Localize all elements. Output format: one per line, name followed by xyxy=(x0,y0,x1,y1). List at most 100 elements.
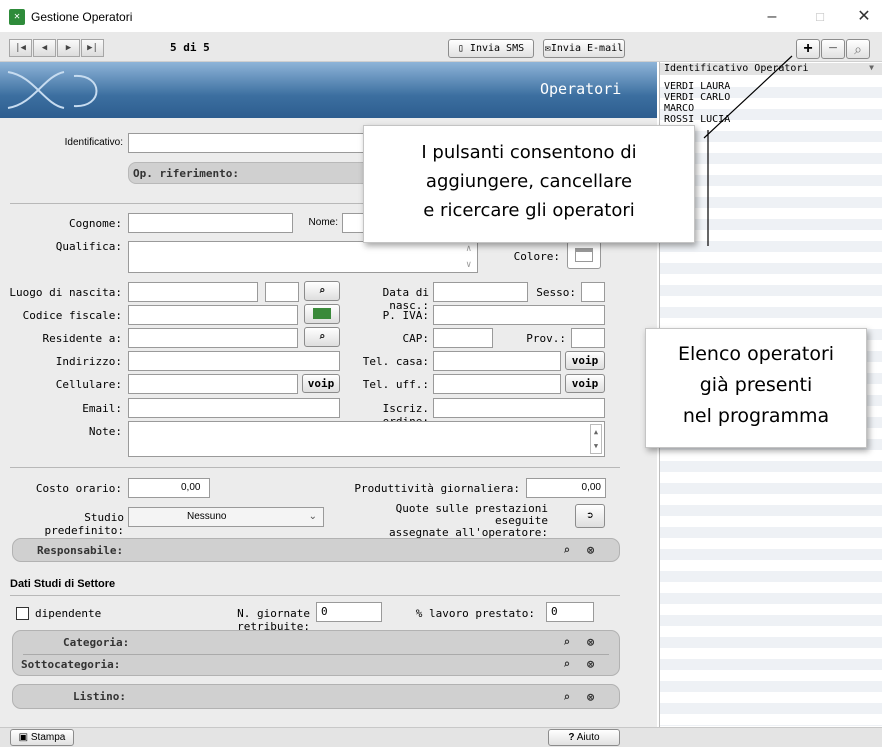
luogo-label: Luogo di nascita: xyxy=(9,286,122,299)
piva-input[interactable] xyxy=(433,305,605,325)
send-sms-button[interactable]: ▯ Invia SMS xyxy=(448,39,534,58)
data-nasc-input[interactable] xyxy=(433,282,528,302)
tel-uff-label: Tel. uff.: xyxy=(362,378,429,391)
iscriz-input[interactable] xyxy=(433,398,605,418)
buttons-callout-line1: I pulsanti consentono di xyxy=(421,142,637,163)
costo-input[interactable]: 0,00 xyxy=(128,478,210,498)
lavoro-input[interactable]: 0 xyxy=(546,602,594,622)
sort-down-icon[interactable]: ▼ xyxy=(869,63,874,72)
list-callout-line1: Elenco operatori xyxy=(677,343,835,365)
op-riferimento-label: Op. riferimento: xyxy=(133,167,239,180)
first-record-button[interactable]: |◀ xyxy=(9,39,32,57)
dipendente-checkbox[interactable] xyxy=(16,607,29,620)
tel-uff-input[interactable] xyxy=(433,374,561,394)
send-sms-label: Invia SMS xyxy=(469,43,525,54)
responsabile-section: Responsabile: ⌕ ⊗ xyxy=(12,538,620,562)
listino-label: Listino: xyxy=(73,690,126,703)
dipendente-label: dipendente xyxy=(35,607,102,620)
print-label: Stampa xyxy=(30,732,66,743)
clear-icon[interactable]: ⊗ xyxy=(587,690,594,704)
search-icon[interactable]: ⌕ xyxy=(563,690,570,704)
colore-label: Colore: xyxy=(513,250,560,263)
delete-operator-button[interactable]: − xyxy=(821,39,845,59)
cap-input[interactable] xyxy=(433,328,493,348)
residente-search-button[interactable]: ⌕ xyxy=(304,327,340,347)
divider xyxy=(10,595,620,596)
minimize-button[interactable]: – xyxy=(752,6,792,28)
quote-label-line1: Quote sulle prestazioni eseguite xyxy=(395,502,548,527)
voip-cellulare-button[interactable]: voip xyxy=(302,374,340,393)
quote-button[interactable]: ➲ xyxy=(575,504,605,528)
search-icon[interactable]: ⌕ xyxy=(563,543,570,557)
chevron-down-icon: ⌄ xyxy=(308,511,317,522)
voip-tel-uff-button[interactable]: voip xyxy=(565,374,605,393)
produttivita-label: Produttività giornaliera: xyxy=(354,482,520,495)
phone-icon: ▯ xyxy=(457,43,470,54)
app-icon: ✕ xyxy=(9,9,25,25)
residente-input[interactable] xyxy=(128,328,298,348)
help-button[interactable]: ? Aiuto xyxy=(548,729,620,746)
luogo-search-button[interactable]: ⌕ xyxy=(304,281,340,301)
window-title: Gestione Operatori xyxy=(31,10,133,24)
scroll-down-icon[interactable]: ∨ xyxy=(466,260,471,270)
identificativo-input[interactable] xyxy=(128,133,368,153)
search-icon[interactable]: ⌕ xyxy=(563,657,570,671)
prev-record-button[interactable]: ◀ xyxy=(33,39,56,57)
next-record-button[interactable]: ▶ xyxy=(57,39,80,57)
help-icon: ? xyxy=(568,732,575,743)
clear-icon[interactable]: ⊗ xyxy=(587,635,594,649)
clear-icon[interactable]: ⊗ xyxy=(587,657,594,671)
maximize-button[interactable]: □ xyxy=(800,6,840,28)
cap-label: CAP: xyxy=(402,332,430,345)
email-label: Email: xyxy=(82,402,122,415)
note-input[interactable] xyxy=(128,421,605,457)
cellulare-input[interactable] xyxy=(128,374,298,394)
scroll-up-icon[interactable]: ∧ xyxy=(466,244,471,254)
cognome-input[interactable] xyxy=(128,213,293,233)
record-counter: 5 di 5 xyxy=(170,41,210,54)
costo-label: Costo orario: xyxy=(35,482,122,495)
color-picker[interactable] xyxy=(567,241,601,269)
help-label: Aiuto xyxy=(576,732,600,743)
cognome-label: Cognome: xyxy=(69,217,122,230)
voip-tel-casa-button[interactable]: voip xyxy=(565,351,605,370)
sesso-input[interactable] xyxy=(581,282,605,302)
giornate-input[interactable]: 0 xyxy=(316,602,382,622)
indirizzo-input[interactable] xyxy=(128,351,340,371)
last-record-button[interactable]: ▶| xyxy=(81,39,104,57)
piva-label: P. IVA: xyxy=(382,309,429,322)
categoria-label: Categoria: xyxy=(63,636,130,649)
email-input[interactable] xyxy=(128,398,340,418)
divider xyxy=(23,654,609,655)
color-swatch-icon xyxy=(575,248,593,262)
sesso-label: Sesso: xyxy=(536,286,576,299)
luogo-input[interactable] xyxy=(128,282,258,302)
search-icon: ⌕ xyxy=(318,330,326,343)
note-scroll-icon[interactable]: ▲ ▼ xyxy=(590,424,602,454)
search-operator-button[interactable]: ⌕ xyxy=(846,39,870,59)
luogo-code-input[interactable] xyxy=(265,282,299,302)
tel-casa-input[interactable] xyxy=(433,351,561,371)
calc-codice-fiscale-button[interactable] xyxy=(304,304,340,324)
responsabile-label: Responsabile: xyxy=(37,544,124,557)
codice-fiscale-input[interactable] xyxy=(128,305,298,325)
buttons-callout-line3: e ricercare gli operatori xyxy=(423,200,635,221)
send-email-button[interactable]: ✉Invia E-mail xyxy=(543,39,625,58)
tel-casa-label: Tel. casa: xyxy=(362,355,429,368)
print-button[interactable]: ▣ Stampa xyxy=(10,729,74,746)
listino-section: Listino: ⌕ ⊗ xyxy=(12,684,620,709)
studio-label: Studio predefinito: xyxy=(44,511,124,537)
close-button[interactable]: ✕ xyxy=(844,6,882,28)
categoria-section: Categoria: ⌕ ⊗ Sottocategoria: ⌕ ⊗ xyxy=(12,630,620,676)
qualifica-input[interactable] xyxy=(128,241,478,273)
list-callout-line2: già presenti xyxy=(699,374,813,396)
cellulare-label: Cellulare: xyxy=(55,378,122,391)
list-callout: Elenco operatori già presenti nel progra… xyxy=(645,328,867,448)
produttivita-input[interactable]: 0,00 xyxy=(526,478,606,498)
buttons-callout-line2: aggiungere, cancellare xyxy=(425,171,633,192)
bottom-bar xyxy=(0,727,882,747)
prov-input[interactable] xyxy=(571,328,605,348)
clear-icon[interactable]: ⊗ xyxy=(587,543,594,557)
search-icon[interactable]: ⌕ xyxy=(563,635,570,649)
studio-select[interactable]: Nessuno ⌄ xyxy=(128,507,324,527)
